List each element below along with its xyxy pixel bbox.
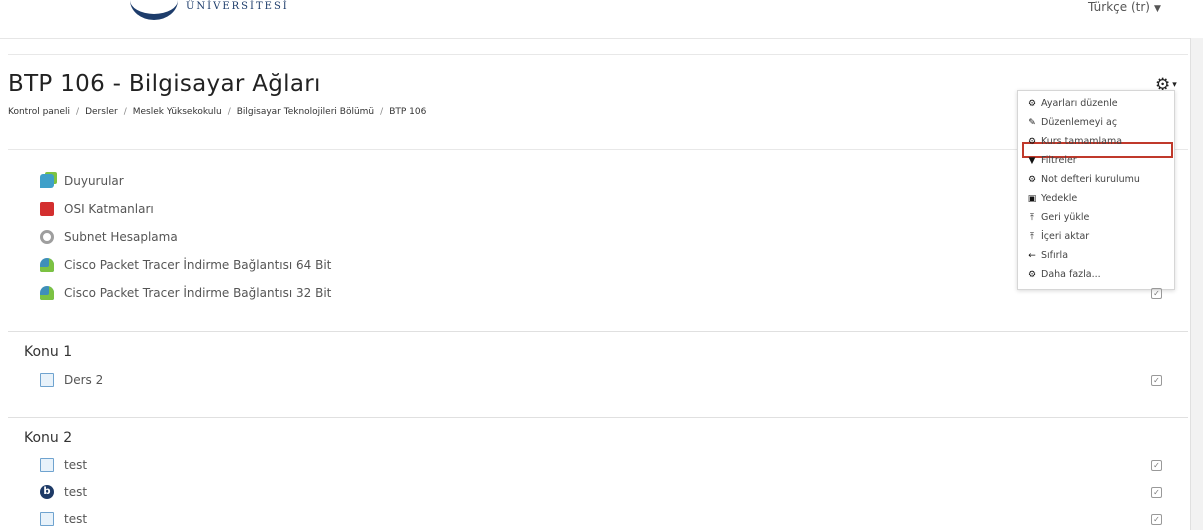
gear-icon: ⚙ bbox=[1027, 175, 1037, 185]
page-header: BTP 106 - Bilgisayar Ağları Kontrol pane… bbox=[8, 54, 1188, 150]
page-icon bbox=[40, 511, 54, 526]
course-actions-dropdown: ⚙ Ayarları düzenle ✎ Düzenlemeyi aç ⚙ Kurs … bbox=[1017, 90, 1175, 290]
backup-icon: ▣ bbox=[1027, 194, 1037, 204]
activity-bigbluebutton[interactable]: b test bbox=[40, 481, 87, 503]
page-icon bbox=[40, 372, 54, 387]
arrow-left-icon: ← bbox=[1028, 251, 1036, 261]
gear-icon: ⚙ bbox=[1027, 270, 1037, 280]
menu-item-gradebook-setup[interactable]: ⚙ Not defteri kurulumu bbox=[1026, 171, 1140, 188]
caret-down-icon: ▾ bbox=[1172, 80, 1177, 90]
activity-pdf[interactable]: OSI Katmanları bbox=[40, 198, 154, 220]
menu-item-turn-editing-on[interactable]: ✎ Düzenlemeyi aç bbox=[1026, 114, 1117, 131]
menu-item-more[interactable]: ⚙ Daha fazla... bbox=[1026, 266, 1101, 283]
file-icon bbox=[40, 257, 54, 272]
completion-checkbox[interactable]: ✓ bbox=[1151, 514, 1162, 525]
menu-item-reset[interactable]: ← Sıfırla bbox=[1026, 247, 1068, 264]
activity-page[interactable]: Ders 2 bbox=[40, 369, 103, 391]
menu-item-course-completion[interactable]: ⚙ Kurs tamamlama bbox=[1026, 133, 1122, 150]
breadcrumb: Kontrol paneli / Dersler / Meslek Yüksekokul… bbox=[8, 107, 427, 117]
menu-item-edit-settings[interactable]: ⚙ Ayarları düzenle bbox=[1026, 95, 1118, 112]
section-title-konu-2[interactable]: Konu 2 bbox=[24, 430, 72, 446]
section-divider bbox=[8, 331, 1188, 332]
file-icon bbox=[40, 285, 54, 300]
activity-file-64[interactable]: Cisco Packet Tracer İndirme Bağlantısı 6… bbox=[40, 254, 331, 276]
activity-page[interactable]: test bbox=[40, 454, 87, 476]
menu-item-import[interactable]: ⤒ İçeri aktar bbox=[1026, 228, 1089, 245]
activity-file-32[interactable]: Cisco Packet Tracer İndirme Bağlantısı 3… bbox=[40, 282, 331, 304]
activity-url[interactable]: Subnet Hesaplama bbox=[40, 226, 178, 248]
breadcrumb-vocational-school[interactable]: Meslek Yüksekokulu bbox=[133, 107, 222, 117]
page-icon bbox=[40, 457, 54, 472]
breadcrumb-dashboard[interactable]: Kontrol paneli bbox=[8, 107, 70, 117]
activity-forum[interactable]: Duyurular bbox=[40, 170, 124, 192]
activity-page[interactable]: test bbox=[40, 508, 87, 530]
pencil-icon: ✎ bbox=[1028, 118, 1036, 128]
completion-checkbox[interactable]: ✓ bbox=[1151, 460, 1162, 471]
menu-item-filters[interactable]: ▼ Filtreler bbox=[1026, 152, 1077, 169]
import-icon: ⤒ bbox=[1030, 232, 1034, 242]
breadcrumb-department[interactable]: Bilgisayar Teknolojileri Bölümü bbox=[237, 107, 374, 117]
menu-item-restore[interactable]: ⤒ Geri yükle bbox=[1026, 209, 1089, 226]
pdf-icon bbox=[40, 201, 54, 216]
filter-icon: ▼ bbox=[1028, 156, 1036, 166]
top-navbar: ÜNİVERSİTESİ Türkçe (tr) ▼ bbox=[0, 0, 1203, 39]
language-label: Türkçe (tr) bbox=[1088, 0, 1150, 14]
university-logo-icon[interactable] bbox=[130, 0, 178, 20]
page-title: BTP 106 - Bilgisayar Ağları bbox=[8, 71, 321, 97]
menu-item-backup[interactable]: ▣ Yedekle bbox=[1026, 190, 1078, 207]
right-scroll-area bbox=[1190, 38, 1203, 530]
bigbluebutton-icon: b bbox=[40, 484, 54, 499]
gear-icon: ⚙ bbox=[1027, 99, 1037, 109]
breadcrumb-course[interactable]: BTP 106 bbox=[389, 107, 426, 117]
completion-checkbox[interactable]: ✓ bbox=[1151, 288, 1162, 299]
upload-icon: ⤒ bbox=[1030, 213, 1034, 223]
completion-checkbox[interactable]: ✓ bbox=[1151, 487, 1162, 498]
url-icon bbox=[40, 229, 54, 244]
language-menu[interactable]: Türkçe (tr) ▼ bbox=[1088, 0, 1161, 14]
forum-icon bbox=[40, 173, 54, 188]
section-divider bbox=[8, 417, 1188, 418]
university-logo-text[interactable]: ÜNİVERSİTESİ bbox=[186, 1, 289, 12]
gear-icon: ⚙ bbox=[1027, 137, 1037, 147]
completion-checkbox[interactable]: ✓ bbox=[1151, 375, 1162, 386]
breadcrumb-courses[interactable]: Dersler bbox=[85, 107, 118, 117]
caret-down-icon: ▼ bbox=[1153, 4, 1161, 14]
section-title-konu-1[interactable]: Konu 1 bbox=[24, 344, 72, 360]
